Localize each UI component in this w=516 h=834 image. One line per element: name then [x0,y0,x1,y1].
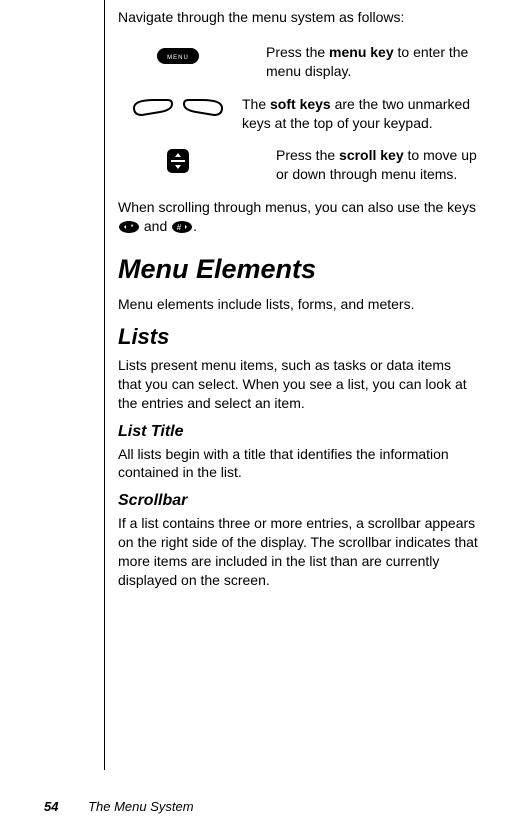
main-content: Navigate through the menu system as foll… [118,8,478,600]
page-footer: 54 The Menu System [44,799,194,814]
heading-menu-elements: Menu Elements [118,254,478,285]
scroll-note: When scrolling through menus, you can al… [118,198,478,236]
intro-text: Navigate through the menu system as foll… [118,8,478,27]
chapter-title: The Menu System [88,799,194,814]
svg-text:MENU: MENU [167,55,189,61]
page-number: 54 [44,799,58,814]
list-title-para: All lists begin with a title that identi… [118,445,478,483]
svg-text:#: # [177,223,182,232]
scroll-key-icon [118,146,276,184]
soft-keys-row: The soft keys are the two unmarked keys … [118,95,478,133]
menu-elements-para: Menu elements include lists, forms, and … [118,295,478,314]
soft-keys-text: The soft keys are the two unmarked keys … [242,95,478,133]
menu-key-row: MENU Press the menu key to enter the men… [118,43,478,81]
svg-text:*: * [130,223,133,232]
star-key-icon: * [118,220,140,234]
heading-lists: Lists [118,324,478,350]
heading-scrollbar: Scrollbar [118,492,478,510]
hash-key-icon: # [171,220,193,234]
scrollbar-para: If a list contains three or more entries… [118,514,478,590]
scroll-key-text: Press the scroll key to move up or down … [276,146,478,184]
heading-list-title: List Title [118,423,478,441]
left-margin-rule [104,0,105,770]
scroll-key-row: Press the scroll key to move up or down … [118,146,478,184]
soft-keys-icon [118,95,242,133]
menu-key-text: Press the menu key to enter the menu dis… [266,43,478,81]
menu-key-icon: MENU [118,43,266,81]
lists-para: Lists present menu items, such as tasks … [118,356,478,413]
